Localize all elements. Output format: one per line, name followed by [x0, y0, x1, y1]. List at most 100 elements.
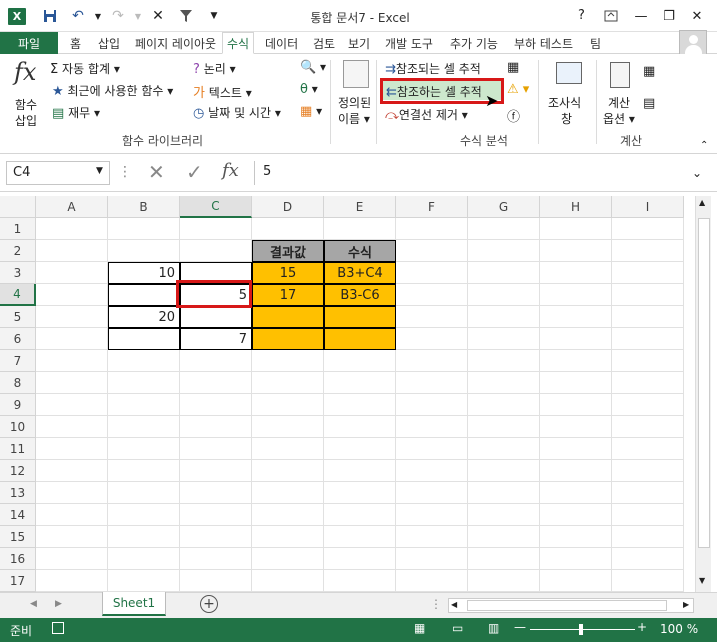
tab-load-test[interactable]: 부하 테스트: [514, 32, 573, 54]
cell-c6[interactable]: 7: [180, 328, 252, 350]
cell-f6[interactable]: [396, 328, 468, 350]
next-sheet-icon[interactable]: ▶: [55, 599, 62, 609]
insert-function-icon[interactable]: fx: [222, 160, 239, 181]
cell-e15[interactable]: [324, 526, 396, 548]
tab-file[interactable]: 파일: [0, 32, 58, 54]
cell-h8[interactable]: [540, 372, 612, 394]
cell-e17[interactable]: [324, 570, 396, 592]
cell-f3[interactable]: [396, 262, 468, 284]
cell-d9[interactable]: [252, 394, 324, 416]
cell-f14[interactable]: [396, 504, 468, 526]
financial-button[interactable]: ▤ 재무 ▾: [52, 104, 100, 121]
defined-names-icon[interactable]: [343, 60, 369, 88]
cell-f9[interactable]: [396, 394, 468, 416]
chevron-down-icon[interactable]: ▼: [88, 6, 108, 26]
cell-g9[interactable]: [468, 394, 540, 416]
cell-g2[interactable]: [468, 240, 540, 262]
column-header-f[interactable]: F: [396, 196, 468, 218]
tab-formulas[interactable]: 수식: [222, 32, 255, 54]
add-sheet-icon[interactable]: +: [200, 595, 218, 613]
macro-record-icon[interactable]: [52, 622, 64, 634]
page-break-view-icon[interactable]: ▥: [488, 621, 499, 635]
cell-i8[interactable]: [612, 372, 684, 394]
cell-h9[interactable]: [540, 394, 612, 416]
row-header-16[interactable]: 16: [0, 548, 36, 570]
column-header-b[interactable]: B: [108, 196, 180, 218]
close-button[interactable]: ✕: [684, 5, 710, 27]
cell-h7[interactable]: [540, 350, 612, 372]
cell-a7[interactable]: [36, 350, 108, 372]
cell-c11[interactable]: [180, 438, 252, 460]
cell-b10[interactable]: [108, 416, 180, 438]
cell-f15[interactable]: [396, 526, 468, 548]
cell-e9[interactable]: [324, 394, 396, 416]
row-header-8[interactable]: 8: [0, 372, 36, 394]
cell-e2[interactable]: 수식: [324, 240, 396, 262]
undo-icon[interactable]: ↶: [68, 6, 88, 26]
cell-d1[interactable]: [252, 218, 324, 240]
cell-e3[interactable]: B3+C4: [324, 262, 396, 284]
tab-page-layout[interactable]: 페이지 레이아웃: [135, 32, 216, 54]
prev-sheet-icon[interactable]: ◀: [30, 599, 37, 609]
row-header-11[interactable]: 11: [0, 438, 36, 460]
cell-i2[interactable]: [612, 240, 684, 262]
cell-d11[interactable]: [252, 438, 324, 460]
cell-b7[interactable]: [108, 350, 180, 372]
cell-i5[interactable]: [612, 306, 684, 328]
cell-b15[interactable]: [108, 526, 180, 548]
row-header-1[interactable]: 1: [0, 218, 36, 240]
cell-g4[interactable]: [468, 284, 540, 306]
calculate-now-icon[interactable]: ▦: [643, 64, 655, 79]
cell-g13[interactable]: [468, 482, 540, 504]
watch-window-label-1[interactable]: 조사식: [548, 94, 581, 111]
cell-b1[interactable]: [108, 218, 180, 240]
cell-c8[interactable]: [180, 372, 252, 394]
cell-f11[interactable]: [396, 438, 468, 460]
cell-e7[interactable]: [324, 350, 396, 372]
cell-b3[interactable]: 10: [108, 262, 180, 284]
cell-i13[interactable]: [612, 482, 684, 504]
cell-a16[interactable]: [36, 548, 108, 570]
cell-b5[interactable]: 20: [108, 306, 180, 328]
scroll-thumb-horizontal[interactable]: [467, 600, 667, 611]
column-header-g[interactable]: G: [468, 196, 540, 218]
cell-h17[interactable]: [540, 570, 612, 592]
vertical-scrollbar[interactable]: ▲ ▼: [695, 196, 711, 592]
cell-c10[interactable]: [180, 416, 252, 438]
row-header-14[interactable]: 14: [0, 504, 36, 526]
datetime-button[interactable]: ◷ 날짜 및 시간 ▾: [193, 104, 281, 121]
redo-icon[interactable]: ↷: [108, 6, 128, 26]
cell-i4[interactable]: [612, 284, 684, 306]
cell-h16[interactable]: [540, 548, 612, 570]
cell-a6[interactable]: [36, 328, 108, 350]
cell-d2[interactable]: 결과값: [252, 240, 324, 262]
cell-b16[interactable]: [108, 548, 180, 570]
enter-icon[interactable]: ✓: [186, 160, 203, 184]
cell-e11[interactable]: [324, 438, 396, 460]
cell-f8[interactable]: [396, 372, 468, 394]
cell-g5[interactable]: [468, 306, 540, 328]
evaluate-formula-icon[interactable]: ⓕ: [507, 106, 520, 125]
row-header-3[interactable]: 3: [0, 262, 36, 284]
row-header-10[interactable]: 10: [0, 416, 36, 438]
cell-h15[interactable]: [540, 526, 612, 548]
cell-h3[interactable]: [540, 262, 612, 284]
cell-h11[interactable]: [540, 438, 612, 460]
more-functions-button[interactable]: ▦ ▾: [300, 104, 322, 119]
cell-h5[interactable]: [540, 306, 612, 328]
cell-f13[interactable]: [396, 482, 468, 504]
cell-f12[interactable]: [396, 460, 468, 482]
normal-view-icon[interactable]: ▦: [414, 621, 425, 635]
error-checking-icon[interactable]: ⚠ ▾: [507, 82, 529, 97]
cell-a10[interactable]: [36, 416, 108, 438]
recent-functions-button[interactable]: ★ 최근에 사용한 함수 ▾: [52, 82, 173, 99]
row-header-17[interactable]: 17: [0, 570, 36, 592]
show-formulas-icon[interactable]: ▦: [507, 60, 519, 75]
cell-a14[interactable]: [36, 504, 108, 526]
horizontal-scrollbar[interactable]: ◀ ▶: [448, 598, 694, 613]
maximize-button[interactable]: ❐: [656, 5, 682, 27]
tab-add-ins[interactable]: 추가 기능: [450, 32, 498, 54]
cell-b8[interactable]: [108, 372, 180, 394]
zoom-slider-thumb[interactable]: [579, 624, 583, 635]
collapse-ribbon-icon[interactable]: ⌃: [700, 140, 708, 151]
